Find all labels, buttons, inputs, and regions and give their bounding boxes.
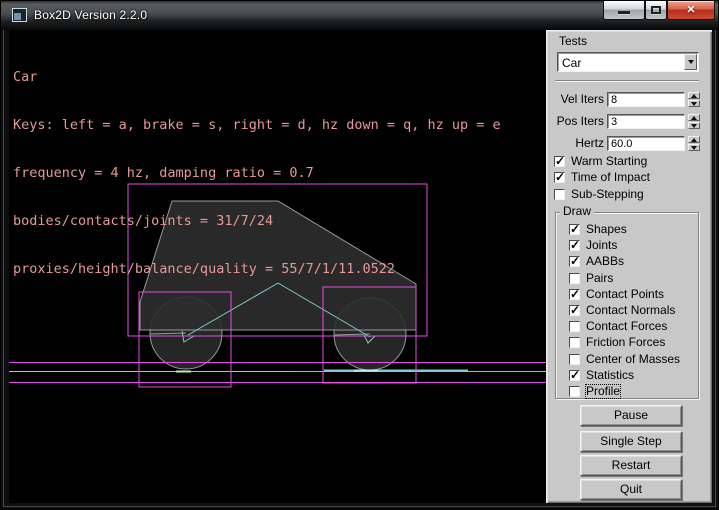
checkbox-friction-forces[interactable] [569,337,580,348]
statistics-text: Car Keys: left = a, brake = s, right = d… [13,37,501,309]
joints-label: Joints [586,239,617,252]
checkbox-time-of-impact[interactable] [554,172,565,183]
app-window: Box2D Version 2.2.0 ✕ [0,0,719,510]
arrow-down-icon [691,146,697,150]
simulation-canvas[interactable]: Car Keys: left = a, brake = s, right = d… [9,30,546,503]
spinner-down-button[interactable] [688,122,700,129]
checkbox-pairs[interactable] [569,273,580,284]
spinner-down-button[interactable] [688,144,700,151]
checkbox-shapes[interactable] [569,224,580,235]
chevron-down-icon [688,60,694,64]
minimize-button[interactable] [603,1,645,20]
tests-label: Tests [559,35,587,48]
checkbox-aabbs[interactable] [569,256,580,267]
arrow-up-icon [691,138,697,142]
checkbox-warm-starting[interactable] [554,156,565,167]
checkbox-center-of-masses[interactable] [569,354,580,365]
hertz-label: Hertz [546,137,604,150]
stat-line-keys: Keys: left = a, brake = s, right = d, hz… [13,117,501,133]
time-of-impact-label: Time of Impact [571,171,650,184]
arrow-up-icon [691,94,697,98]
hertz-field[interactable] [607,136,685,151]
spinner-up-button[interactable] [688,92,700,99]
checkbox-joints[interactable] [569,240,580,251]
checkbox-sub-stepping[interactable] [554,189,565,200]
close-button[interactable]: ✕ [667,1,715,20]
center-of-masses-label: Center of Masses [586,353,680,366]
spinner-up-button[interactable] [688,136,700,143]
pos-iters-spinner [688,114,700,129]
maximize-button[interactable] [645,1,667,20]
window-icon [12,8,27,22]
checkbox-profile[interactable] [569,386,580,397]
profile-label: Profile [586,385,620,398]
spinner-down-button[interactable] [688,100,700,107]
window-title: Box2D Version 2.2.0 [34,8,147,22]
arrow-down-icon [691,124,697,128]
spinner-up-button[interactable] [688,114,700,121]
aabbs-label: AABBs [586,255,624,268]
pos-iters-field[interactable] [607,114,685,129]
friction-forces-label: Friction Forces [586,336,665,349]
restart-button[interactable]: Restart [580,455,682,476]
maximize-icon [651,6,661,14]
minimize-icon [618,11,630,14]
arrow-down-icon [691,102,697,106]
checkbox-contact-normals[interactable] [569,305,580,316]
separator [555,80,699,82]
arrow-up-icon [691,116,697,120]
quit-button[interactable]: Quit [580,479,682,500]
vel-iters-spinner [688,92,700,107]
checkbox-contact-forces[interactable] [569,321,580,332]
shapes-label: Shapes [586,223,627,236]
contact-points-label: Contact Points [586,288,664,301]
draw-group-title: Draw [560,205,594,218]
single-step-button[interactable]: Single Step [580,431,682,452]
vel-iters-field[interactable] [607,92,685,107]
checkbox-contact-points[interactable] [569,289,580,300]
contact-forces-label: Contact Forces [586,320,667,333]
sub-stepping-label: Sub-Stepping [571,188,644,201]
statistics-label: Statistics [586,369,634,382]
warm-starting-label: Warm Starting [571,155,647,168]
hertz-spinner [688,136,700,151]
stat-line-bodies: bodies/contacts/joints = 31/7/24 [13,213,501,229]
stat-line-proxies: proxies/height/balance/quality = 55/7/1/… [13,261,501,277]
pairs-label: Pairs [586,272,613,285]
tests-dropdown[interactable]: Car [557,52,699,72]
vel-iters-label: Vel Iters [546,93,604,106]
tests-dropdown-value: Car [562,56,581,70]
stat-line-test-name: Car [13,69,501,85]
pause-button[interactable]: Pause [580,405,682,426]
title-bar[interactable]: Box2D Version 2.2.0 ✕ [1,1,719,30]
checkbox-statistics[interactable] [569,370,580,381]
dropdown-arrow-button[interactable] [684,54,697,70]
stat-line-frequency: frequency = 4 hz, damping ratio = 0.7 [13,165,501,181]
contact-normals-label: Contact Normals [586,304,675,317]
control-panel: Tests Car Vel Iters Pos Iters Hertz [546,30,712,503]
close-icon: ✕ [668,3,714,16]
pos-iters-label: Pos Iters [546,115,604,128]
